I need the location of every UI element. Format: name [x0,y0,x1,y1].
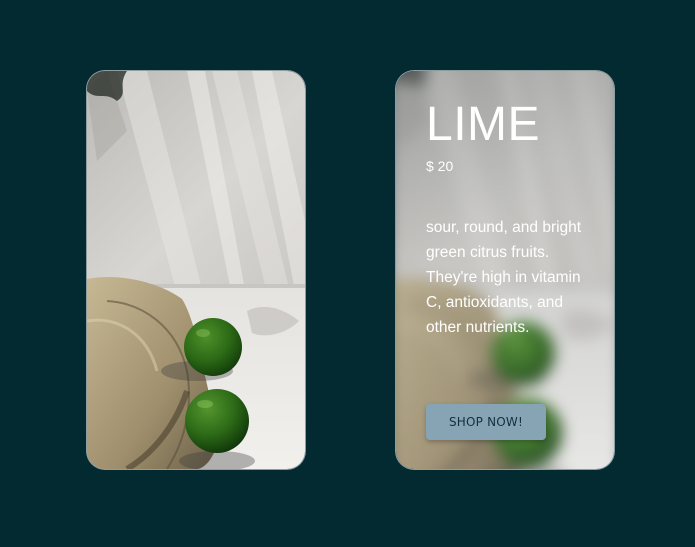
shop-now-button[interactable]: SHOP NOW! [426,404,546,440]
limes-on-straw-hat-photo [87,71,305,469]
product-image-card [87,71,305,469]
product-info-card: LIME $ 20 sour, round, and bright green … [396,71,614,469]
product-title: LIME [426,98,541,151]
product-price: $ 20 [426,158,454,174]
product-description: sour, round, and bright green citrus fru… [426,219,582,336]
